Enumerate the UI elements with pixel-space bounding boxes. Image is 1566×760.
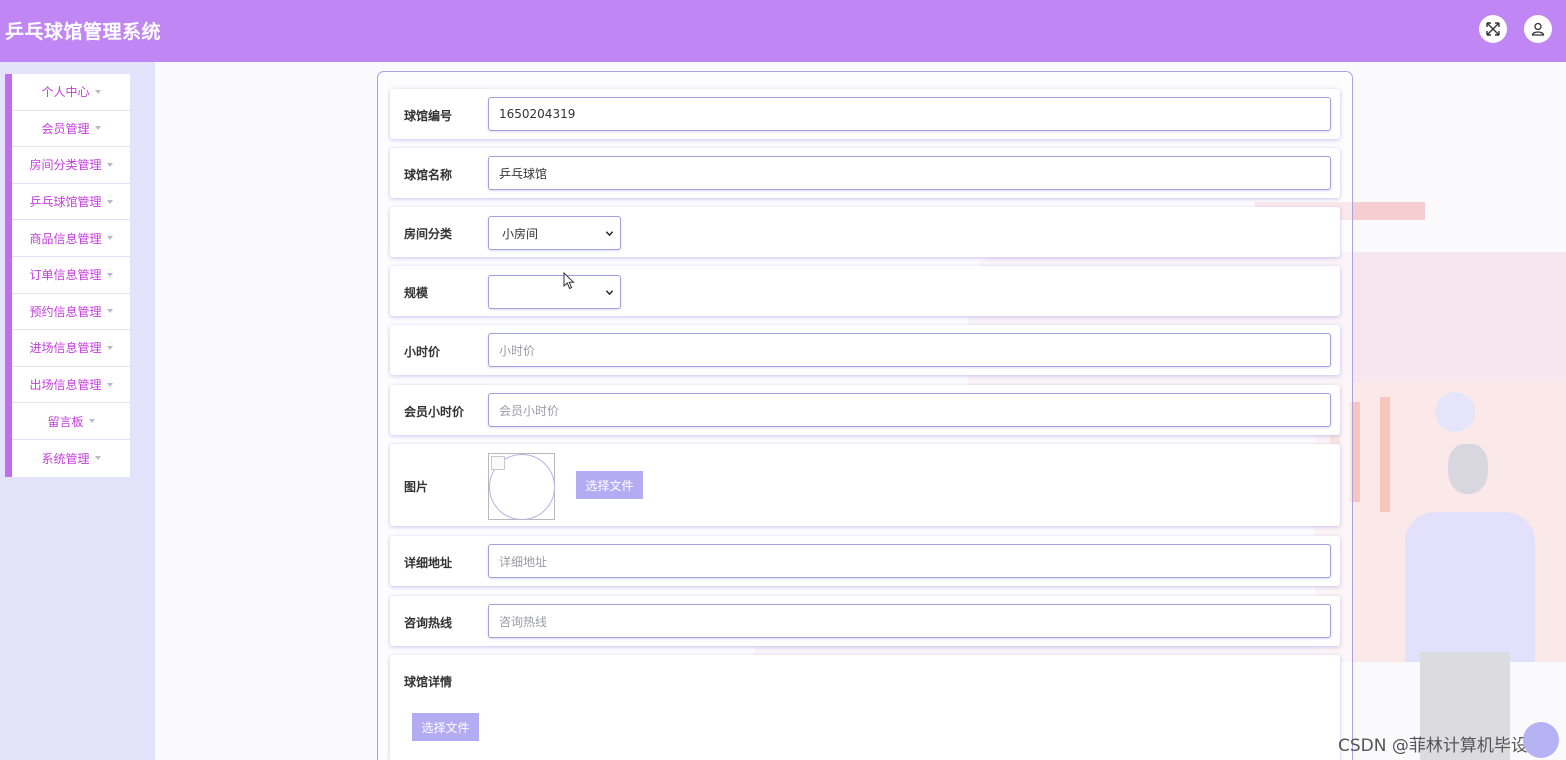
form-row-scale: 规模 [390, 266, 1340, 316]
sidebar-item-label: 乒乓球馆管理 [29, 195, 102, 210]
room-category-select[interactable]: 小房间 [488, 216, 621, 250]
picture-preview[interactable] [488, 453, 555, 520]
form-row-details: 球馆详情 选择文件 [390, 655, 1340, 760]
field-label: 规模 [404, 286, 429, 300]
address-input[interactable]: 详细地址 [488, 544, 1331, 578]
picture-upload-button[interactable]: 选择文件 [576, 471, 643, 499]
hall-name-input[interactable]: 乒乓球馆 [488, 156, 1331, 190]
sidebar-item-personal-center[interactable]: 个人中心 [12, 74, 130, 111]
sidebar-item-orders[interactable]: 订单信息管理 [12, 257, 130, 294]
sidebar-item-message-board[interactable]: 留言板 [12, 403, 130, 440]
sidebar-item-members[interactable]: 会员管理 [12, 111, 130, 148]
sidebar-item-products[interactable]: 商品信息管理 [12, 220, 130, 257]
field-label: 房间分类 [404, 227, 453, 241]
field-label: 会员小时价 [404, 405, 465, 419]
chevron-down-icon [605, 290, 614, 296]
sidebar-menu: 个人中心 会员管理 房间分类管理 乒乓球馆管理 商品信息管理 订单信息管理 预约… [5, 74, 130, 477]
caret-down-icon [106, 345, 113, 350]
form-row-room-category: 房间分类 小房间 [390, 207, 1340, 257]
app-title: 乒乓球馆管理系统 [5, 21, 162, 43]
user-icon [1531, 22, 1545, 36]
sidebar-item-entry[interactable]: 进场信息管理 [12, 330, 130, 367]
sidebar-item-label: 系统管理 [41, 451, 90, 466]
sidebar-item-label: 预约信息管理 [29, 304, 102, 319]
sidebar-item-exit[interactable]: 出场信息管理 [12, 367, 130, 404]
field-label: 详细地址 [404, 556, 453, 570]
caret-down-icon [106, 382, 113, 387]
sidebar-item-halls[interactable]: 乒乓球馆管理 [12, 184, 130, 221]
details-upload-button[interactable]: 选择文件 [412, 713, 479, 741]
hotline-input[interactable]: 咨询热线 [488, 604, 1331, 638]
caret-down-icon [94, 89, 101, 94]
mouse-cursor-icon [563, 272, 575, 290]
floating-button[interactable] [1523, 722, 1559, 758]
sidebar-item-label: 个人中心 [41, 85, 90, 100]
watermark: CSDN @菲林计算机毕设 [1338, 736, 1528, 756]
form-row-hotline: 咨询热线 咨询热线 [390, 596, 1340, 646]
user-button[interactable] [1524, 15, 1552, 43]
sidebar-item-reservations[interactable]: 预约信息管理 [12, 294, 130, 331]
caret-down-icon [106, 236, 113, 241]
caret-down-icon [94, 456, 101, 461]
expand-icon [1486, 22, 1500, 36]
caret-down-icon [94, 126, 101, 131]
sidebar-item-label: 商品信息管理 [29, 231, 102, 246]
form-row-address: 详细地址 详细地址 [390, 536, 1340, 586]
broken-image-icon [491, 456, 505, 470]
caret-down-icon [88, 419, 95, 424]
caret-down-icon [106, 272, 113, 277]
form-row-hall-name: 球馆名称 乒乓球馆 [390, 148, 1340, 198]
caret-down-icon [106, 309, 113, 314]
hourly-price-input[interactable]: 小时价 [488, 333, 1331, 367]
sidebar-item-label: 房间分类管理 [29, 158, 102, 173]
form-row-member-hourly-price: 会员小时价 会员小时价 [390, 385, 1340, 435]
caret-down-icon [106, 199, 113, 204]
caret-down-icon [106, 162, 113, 167]
sidebar-item-label: 进场信息管理 [29, 341, 102, 356]
sidebar-item-label: 出场信息管理 [29, 378, 102, 393]
top-header: 乒乓球馆管理系统 [0, 0, 1566, 62]
field-label: 图片 [404, 480, 429, 494]
form-row-picture: 图片 选择文件 [390, 444, 1340, 526]
field-label: 咨询热线 [404, 616, 453, 630]
field-label: 球馆编号 [404, 109, 453, 123]
sidebar-item-room-category[interactable]: 房间分类管理 [12, 147, 130, 184]
sidebar-item-label: 会员管理 [41, 121, 90, 136]
form-row-hourly-price: 小时价 小时价 [390, 325, 1340, 375]
sidebar-item-label: 留言板 [47, 414, 84, 429]
form-row-hall-no: 球馆编号 1650204319 [390, 89, 1340, 139]
field-label: 球馆详情 [404, 675, 453, 689]
sidebar-item-label: 订单信息管理 [29, 268, 102, 283]
member-hourly-price-input[interactable]: 会员小时价 [488, 393, 1331, 427]
scale-select[interactable] [488, 275, 621, 309]
selected-value: 小房间 [502, 226, 539, 241]
field-label: 小时价 [404, 345, 441, 359]
fullscreen-button[interactable] [1479, 15, 1507, 43]
chevron-down-icon [605, 231, 614, 237]
sidebar-item-system[interactable]: 系统管理 [12, 440, 130, 477]
field-label: 球馆名称 [404, 168, 453, 182]
hall-no-input[interactable]: 1650204319 [488, 97, 1331, 131]
